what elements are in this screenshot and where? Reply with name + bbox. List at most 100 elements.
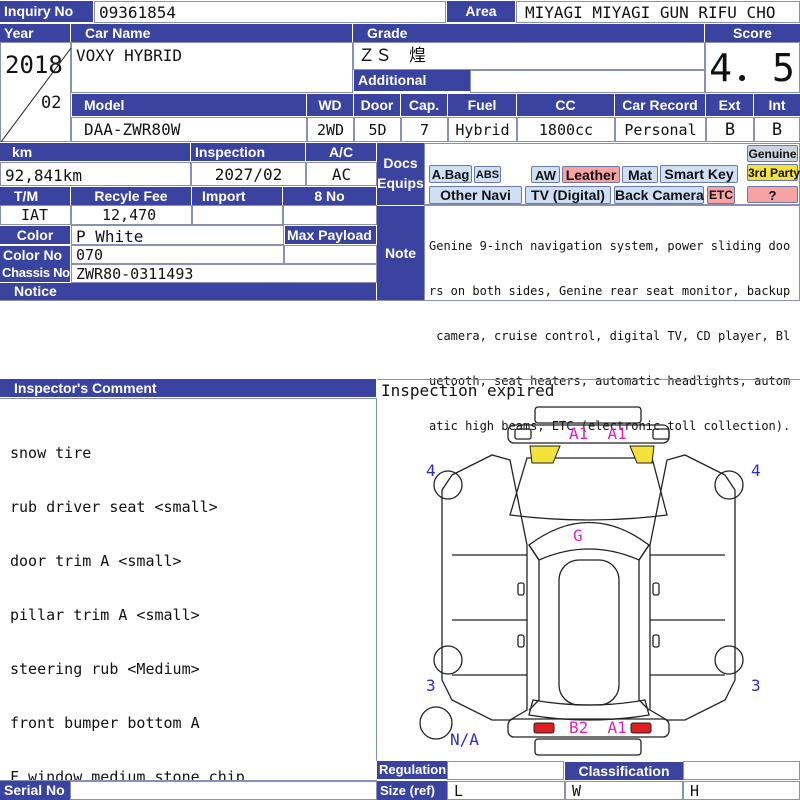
color-label: Color <box>0 226 70 244</box>
comment-line: door trim A <small> <box>10 552 182 570</box>
badge-leather: Leather <box>562 166 620 183</box>
int-value: B <box>754 117 800 142</box>
legend-question: ? <box>747 186 798 203</box>
note-line: Genine 9-inch navigation system, power s… <box>429 239 791 253</box>
right-handle-front <box>652 582 660 596</box>
year-label: Year <box>0 24 70 42</box>
comment-line: steering rub <Medium> <box>10 660 200 678</box>
car-name-value: VOXY HYBRID <box>71 42 353 93</box>
tire-rear-right-mark: 3 <box>751 676 761 695</box>
comment-line: rub driver seat <small> <box>10 498 218 516</box>
recycle-fee-label: Recyle Fee <box>71 187 191 205</box>
diagram-panel: Inspection expired A1 A1 G B2 A1 4 4 3 3… <box>377 379 800 761</box>
inspector-comment-label: Inspector's Comment <box>0 379 376 397</box>
badge-tv-digital: TV (Digital) <box>525 186 611 204</box>
right-handle-rear <box>652 634 660 648</box>
a-pillar-left <box>528 544 540 711</box>
tire-rear-left-mark: 3 <box>426 676 436 695</box>
km-label: km <box>0 143 190 161</box>
tire-rear-right-circle <box>714 645 744 675</box>
roof <box>558 559 620 706</box>
additional-grade-label: Additional Grade <box>354 70 470 109</box>
docs-equips-label: Docs Equips <box>377 143 424 205</box>
month-value: 02 <box>41 93 62 113</box>
left-side-body <box>441 454 528 721</box>
model-value: DAA-ZWR80W <box>71 117 307 142</box>
year-cell: 2018 02 <box>0 42 71 142</box>
door-label: Door <box>354 94 400 116</box>
car-name-label: Car Name <box>71 24 352 42</box>
rear-light-left <box>533 722 555 734</box>
model-label: Model <box>72 94 306 116</box>
import-label: Import <box>192 187 282 205</box>
front-light-left <box>529 445 561 464</box>
left-handle-rear <box>517 634 525 648</box>
tire-front-left-circle <box>433 470 463 500</box>
color-value: P White <box>71 225 284 245</box>
legend-genuine: Genuine <box>747 145 798 162</box>
tm-value: IAT <box>0 205 71 225</box>
wd-label: WD <box>307 94 353 116</box>
ext-value: B <box>706 117 754 142</box>
comment-line: front bumper bottom A <box>10 714 200 732</box>
rear-light-right <box>630 722 652 734</box>
fuel-label: Fuel <box>448 94 516 116</box>
ac-value: AC <box>306 162 377 186</box>
cc-value: 1800cc <box>517 117 615 142</box>
tire-front-right-mark: 4 <box>751 461 761 480</box>
front-marker-right <box>652 428 670 440</box>
cc-label: CC <box>517 94 614 116</box>
regulation-label: Regulation <box>377 761 447 779</box>
size-ref-label: Size (ref) <box>377 781 447 800</box>
chassis-no-value: ZWR80-0311493 <box>71 264 377 283</box>
comment-line: snow tire <box>10 444 92 462</box>
mark-front-bumper: A1 A1 <box>569 424 627 443</box>
mark-windshield: G <box>573 526 583 545</box>
front-light-right <box>629 445 655 464</box>
grade-label: Grade <box>353 24 704 42</box>
ac-label: A/C <box>306 143 376 161</box>
int-label: Int <box>754 94 800 116</box>
hood <box>509 457 668 521</box>
year-value: 2018 <box>5 51 63 79</box>
spare-tire-circle <box>419 706 453 740</box>
right-side-body <box>649 454 736 721</box>
note-label: Note <box>377 206 424 300</box>
area-value: MIYAGI MIYAGI GUN RIFU CHO <box>516 1 800 23</box>
door-value: 5D <box>354 117 401 142</box>
classification-value <box>683 761 800 780</box>
wd-value: 2WD <box>307 117 354 142</box>
size-l: L <box>447 781 565 800</box>
notice-label: Notice <box>0 283 376 300</box>
inquiry-no-value: 09361854 <box>94 1 446 23</box>
tire-front-right-circle <box>714 470 744 500</box>
import-value <box>192 205 283 225</box>
inspection-label: Inspection <box>191 143 305 161</box>
inquiry-no-label: Inquiry No <box>0 1 93 22</box>
8no-label: 8 No <box>283 187 376 205</box>
rear-hatch <box>528 699 650 721</box>
fuel-value: Hybrid <box>448 117 517 142</box>
size-w: W <box>565 781 683 800</box>
inspection-value: 2027/02 <box>191 162 306 186</box>
ext-label: Ext <box>706 94 753 116</box>
badge-smart-key: Smart Key <box>660 165 738 183</box>
8no-value <box>283 205 377 225</box>
left-handle-front <box>517 582 525 596</box>
note-line: rs on both sides, Genine rear seat monit… <box>429 284 791 298</box>
tire-front-left-mark: 4 <box>426 461 436 480</box>
note-line: camera, cruise control, digital TV, CD p… <box>429 329 791 343</box>
windshield <box>528 521 650 561</box>
tm-label: T/M <box>0 187 70 205</box>
badge-mat: Mat <box>622 166 658 183</box>
inspector-comment-text: snow tire rub driver seat <small> door t… <box>0 398 377 786</box>
badge-aw: AW <box>531 166 560 183</box>
equips-label: Equips <box>377 175 424 191</box>
badge-back-camera: Back Camera <box>614 186 704 204</box>
regulation-value <box>447 761 564 780</box>
max-payload-label: Max Payload <box>285 226 376 244</box>
badge-abs: ABS <box>474 166 501 183</box>
docs-label: Docs <box>383 155 418 171</box>
serial-no-value <box>70 781 377 800</box>
tire-rear-left-circle <box>433 645 463 675</box>
